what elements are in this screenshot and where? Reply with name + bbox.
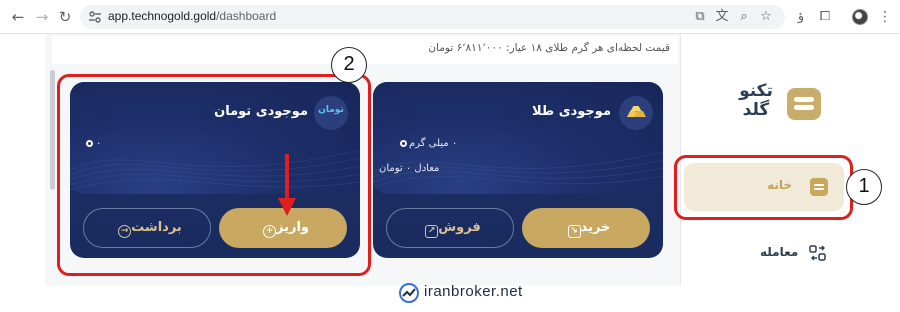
step-number-2: 2 bbox=[331, 47, 367, 83]
iranbroker-logo-icon bbox=[399, 283, 419, 303]
buy-icon: ↘ bbox=[567, 225, 581, 238]
gold-bars-icon bbox=[619, 96, 653, 130]
browser-toolbar: ← → ↻ app.technogold.gold/dashboard ⧉ 文 … bbox=[0, 0, 900, 34]
gold-balance-card: موجودی طلا ۰ میلی گرم معادل ۰ تومان ↘ خری… bbox=[373, 82, 663, 258]
gold-price-text: قیمت لحظه‌ای هر گرم طلای ۱۸ عیار: ۶٬۸۱۱٬… bbox=[428, 42, 670, 54]
trade-icon bbox=[809, 245, 826, 261]
gold-value-toman: معادل ۰ تومان bbox=[379, 163, 440, 174]
step-number-1: 1 bbox=[846, 169, 882, 205]
red-arrow-down-icon bbox=[278, 154, 296, 216]
gold-card-header: موجودی طلا ۰ میلی گرم معادل ۰ تومان bbox=[373, 82, 663, 194]
sell-label: فروش bbox=[438, 220, 481, 235]
highlight-frame-toman-card bbox=[57, 74, 371, 276]
address-bar[interactable]: app.technogold.gold/dashboard ⧉ 文 ⌕ ☆ bbox=[80, 5, 785, 29]
sidebar-item-trade[interactable]: معامله bbox=[760, 245, 798, 259]
watermark: iranbroker.net bbox=[390, 277, 546, 309]
scrollbar[interactable] bbox=[50, 70, 55, 190]
url-path: /dashboard bbox=[216, 9, 277, 23]
profile-avatar-icon[interactable] bbox=[852, 9, 868, 25]
highlight-frame-home bbox=[674, 155, 853, 220]
url-text: app.technogold.gold/dashboard bbox=[108, 9, 276, 23]
menu-kebab-icon[interactable]: ⋮ bbox=[878, 8, 892, 26]
extensions-puzzle-icon[interactable]: ⧠ bbox=[817, 9, 833, 25]
logo-text: تکنو گلد bbox=[739, 81, 773, 120]
url-domain: app.technogold.gold bbox=[108, 9, 217, 23]
gold-amount: ۰ میلی گرم bbox=[409, 138, 458, 149]
site-settings-icon[interactable] bbox=[88, 10, 102, 24]
zoom-icon[interactable]: ⌕ bbox=[736, 9, 752, 25]
install-app-icon[interactable]: ⧉ bbox=[692, 9, 708, 25]
reload-icon[interactable]: ↻ bbox=[55, 7, 75, 27]
back-arrow-icon[interactable]: ← bbox=[8, 7, 28, 27]
watermark-text: iranbroker.net bbox=[424, 283, 523, 300]
logo-mark-icon bbox=[787, 88, 821, 120]
bookmark-star-icon[interactable]: ☆ bbox=[758, 9, 774, 25]
sell-button[interactable]: ↗ فروش bbox=[386, 208, 514, 248]
buy-button[interactable]: ↘ خرید bbox=[522, 208, 650, 248]
technogold-logo[interactable]: تکنو گلد bbox=[727, 82, 827, 126]
forward-arrow-icon[interactable]: → bbox=[32, 7, 52, 27]
buy-label: خرید bbox=[580, 220, 611, 235]
status-dot-icon bbox=[400, 140, 407, 147]
gold-card-title: موجودی طلا bbox=[532, 104, 611, 119]
extension-icon[interactable]: ؤ bbox=[793, 9, 809, 25]
sell-icon: ↗ bbox=[425, 225, 439, 238]
translate-icon[interactable]: 文 bbox=[714, 9, 730, 25]
